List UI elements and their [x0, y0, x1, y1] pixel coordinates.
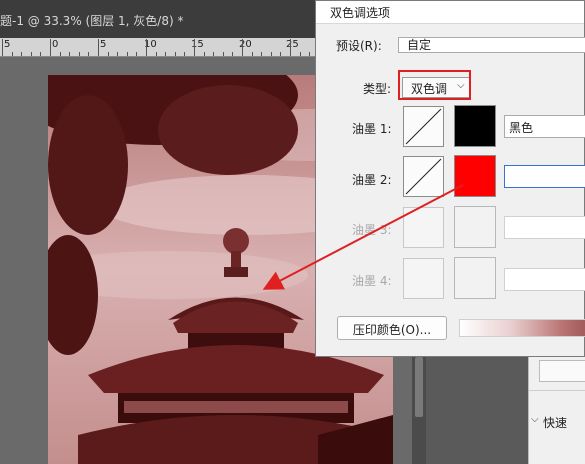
ruler-tick [136, 52, 138, 56]
overprint-colors-button[interactable]: 压印颜色(O)... [337, 316, 447, 340]
ruler-tick [155, 52, 157, 56]
ruler-label: 0 [52, 39, 59, 50]
ruler-tick [117, 52, 119, 56]
ruler-tick [146, 39, 147, 56]
vertical-scrollbar[interactable] [412, 355, 426, 464]
ruler-tick [232, 52, 234, 56]
ruler-tick [290, 39, 291, 56]
ruler-label: 15 [191, 39, 204, 50]
ruler-label: 5 [100, 39, 107, 50]
ruler-tick [165, 52, 167, 56]
ink-1-color-swatch[interactable] [454, 105, 496, 147]
ink-1-curve-swatch[interactable] [403, 106, 444, 147]
chevron-down-icon[interactable]: ⌵ [531, 414, 539, 425]
highlight-box [398, 70, 471, 100]
ruler-tick [11, 52, 13, 56]
ruler-tick [2, 39, 3, 56]
ruler-tick [59, 52, 61, 56]
ruler-label: 25 [286, 39, 299, 50]
ruler-tick [309, 52, 311, 56]
ruler-tick [21, 52, 23, 56]
ink-4-curve-swatch [403, 258, 444, 299]
preset-label: 预设(R): [336, 39, 382, 53]
panel-section-label[interactable]: 快速 [543, 414, 567, 431]
horizontal-ruler: 5 0 5 10 15 20 25 [0, 38, 320, 57]
ink-2-label: 油墨 2: [352, 173, 392, 187]
document-title: 题-1 @ 33.3% (图层 1, 灰色/8) * [0, 14, 184, 28]
ruler-label: 20 [239, 39, 252, 50]
ruler-tick [222, 52, 224, 56]
ruler-tick [107, 52, 109, 56]
dialog-title: 双色调选项 [330, 6, 391, 20]
ink-1-name-field[interactable]: 黑色 [504, 115, 585, 138]
ink-2-name-field[interactable] [504, 165, 585, 188]
overprint-button-label: 压印颜色(O)... [352, 323, 432, 337]
ink-2-curve-swatch[interactable] [403, 156, 444, 197]
ruler-label: 5 [4, 39, 11, 50]
ink-3-name-field [504, 216, 585, 239]
curve-line-icon [405, 158, 442, 195]
ruler-tick [213, 52, 215, 56]
ruler-tick [98, 39, 99, 56]
ruler-tick [78, 52, 80, 56]
ink-3-curve-swatch [403, 207, 444, 248]
preset-dropdown[interactable]: 自定 [398, 37, 585, 53]
ruler-tick [242, 39, 243, 56]
ink-2-color-swatch[interactable] [454, 155, 496, 197]
ruler-tick [203, 52, 205, 56]
ink-4-name-field [504, 268, 585, 291]
dialog-titlebar[interactable]: 双色调选项 [316, 1, 584, 24]
panel-field[interactable] [539, 360, 585, 382]
preset-value: 自定 [407, 38, 432, 52]
ruler-tick [69, 52, 71, 56]
ruler-tick [174, 52, 176, 56]
ink-1-name: 黑色 [509, 121, 534, 135]
ink-4-label: 油墨 4: [352, 274, 392, 288]
duotone-options-dialog: 双色调选项 预设(R): 自定 类型: 双色调 ⌵ 油墨 1: 黑色 油墨 2:… [315, 0, 585, 357]
ink-3-color-swatch [454, 206, 496, 248]
ink-3-label: 油墨 3: [352, 223, 392, 237]
ruler-tick [30, 52, 32, 56]
ruler-tick [261, 52, 263, 56]
side-panel: ⌵ 快速 [528, 350, 585, 464]
ink-1-label: 油墨 1: [352, 122, 392, 136]
duotone-gradient-preview [459, 319, 585, 337]
ruler-tick [299, 52, 301, 56]
ruler-tick [50, 39, 51, 56]
ruler-tick [126, 52, 128, 56]
ruler-tick [270, 52, 272, 56]
type-label: 类型: [363, 82, 392, 96]
document-tab[interactable]: 题-1 @ 33.3% (图层 1, 灰色/8) * [0, 0, 320, 38]
ink-4-color-swatch [454, 257, 496, 299]
ruler-tick [88, 52, 90, 56]
scrollbar-thumb[interactable] [415, 357, 423, 417]
ruler-tick [40, 52, 42, 56]
ruler-tick [184, 52, 186, 56]
ruler-tick [251, 52, 253, 56]
curve-line-icon [405, 108, 442, 145]
ruler-tick [280, 52, 282, 56]
ruler-tick [194, 39, 195, 56]
